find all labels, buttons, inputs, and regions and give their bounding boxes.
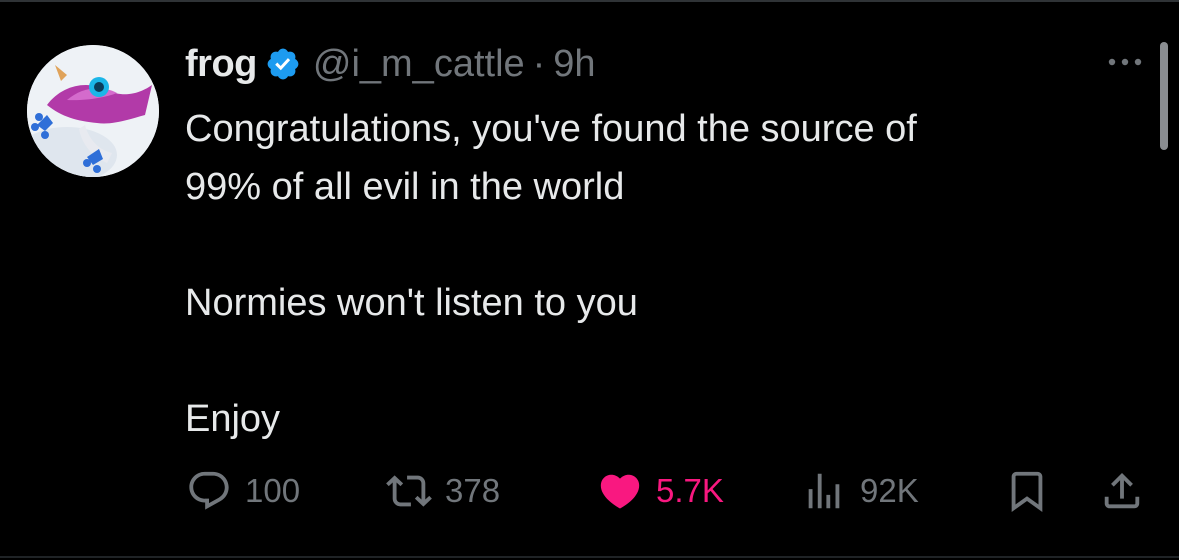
heart-icon [600, 474, 640, 509]
avatar-frog-image [27, 45, 159, 177]
views-count: 92K [860, 472, 919, 509]
bookmark-icon [1011, 471, 1043, 512]
repost-count: 378 [445, 472, 501, 509]
post-header: frog @i_m_cattle · 9h [185, 40, 596, 88]
share-button[interactable] [1099, 468, 1145, 514]
reply-button[interactable]: 100 [185, 468, 300, 514]
top-divider [0, 0, 1179, 2]
post-actions-bar: 100 378 5.7K 92K [185, 468, 1145, 514]
post-text-line-1: Congratulations, you've found the source… [185, 108, 917, 150]
reply-count: 100 [245, 472, 301, 509]
avatar[interactable] [27, 45, 159, 177]
verified-badge-icon[interactable] [265, 46, 301, 82]
more-horizontal-icon [1108, 58, 1142, 66]
share-icon [1104, 472, 1140, 509]
views-button[interactable]: 92K [800, 468, 919, 514]
post-text: Congratulations, you've found the source… [185, 100, 1115, 448]
bookmark-button[interactable] [1004, 468, 1050, 514]
more-options-button[interactable] [1103, 50, 1147, 74]
author-handle[interactable]: @i_m_cattle [313, 43, 525, 86]
post-text-line-2: 99% of all evil in the world [185, 166, 625, 208]
views-icon [808, 473, 840, 509]
like-count: 5.7K [656, 472, 724, 509]
display-name[interactable]: frog [185, 43, 257, 86]
separator-dot: · [532, 42, 546, 85]
bottom-divider [0, 556, 1179, 558]
repost-button[interactable]: 378 [385, 468, 500, 514]
scrollbar[interactable] [1160, 42, 1168, 150]
post-timestamp[interactable]: 9h [553, 43, 595, 86]
paragraph-break [185, 332, 1115, 390]
paragraph-break [185, 216, 1115, 274]
like-button[interactable]: 5.7K [596, 468, 724, 514]
post-text-line-4: Normies won't listen to you [185, 282, 638, 324]
reply-icon [189, 471, 229, 510]
post-text-line-6: Enjoy [185, 398, 281, 440]
repost-icon [386, 475, 432, 507]
